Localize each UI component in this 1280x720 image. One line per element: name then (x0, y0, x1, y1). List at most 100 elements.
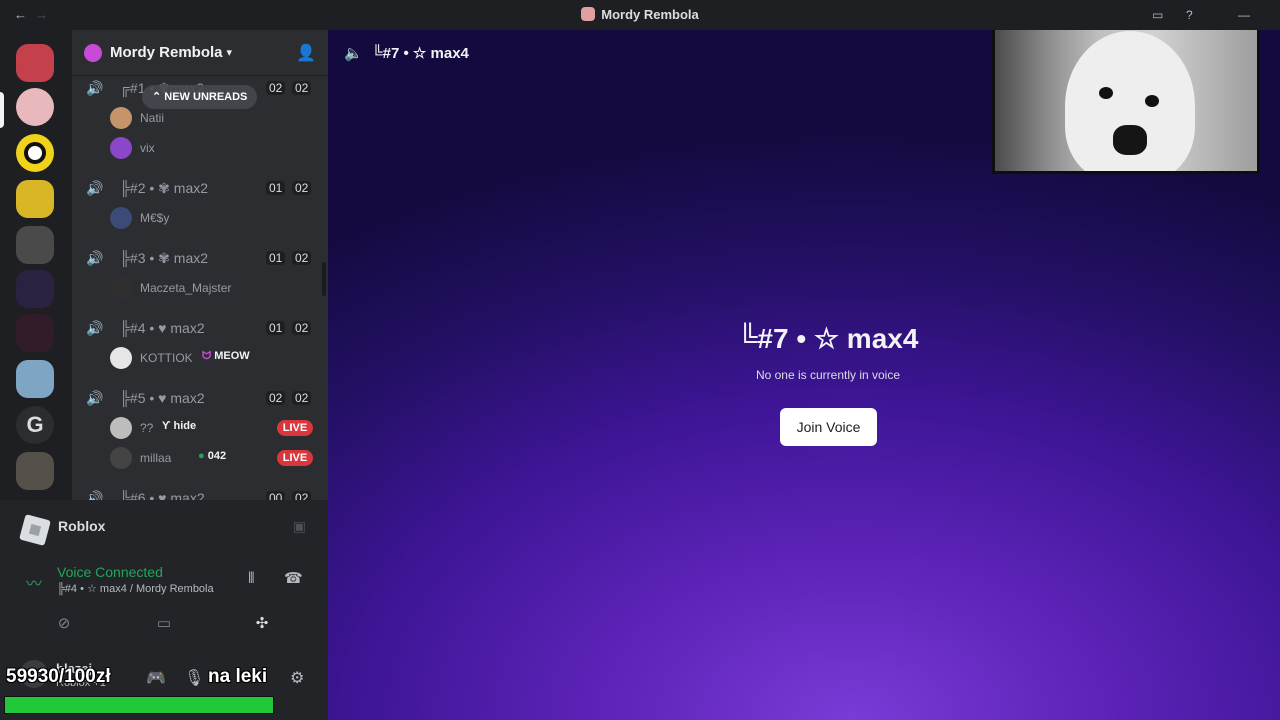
window-title: Mordy Rembola (0, 7, 1280, 22)
server-icon-5[interactable] (16, 226, 54, 264)
member-tag: ᗢ MEOW (202, 350, 250, 362)
server-icon-10[interactable] (16, 452, 54, 490)
member-name: Natii (140, 111, 165, 125)
activity-settings-icon[interactable]: ▣ (293, 518, 306, 535)
join-voice-button[interactable]: Join Voice (780, 408, 877, 446)
avatar (110, 107, 132, 129)
guild-header[interactable]: Mordy Rembola ▾ 👤 (72, 30, 328, 76)
voice-channel-view: 🔈 ╚#7 • ☆ max4 ╚#7 • ☆ max4 No one is cu… (328, 30, 1280, 720)
member-name: vix (140, 141, 155, 155)
noise-suppression-icon[interactable]: ⦀ (248, 570, 255, 587)
voice-channel-name: ╠#6 • ♥ max2 (120, 490, 205, 500)
speaker-icon: 🔊 (86, 390, 104, 406)
server-icon-8[interactable] (16, 360, 54, 398)
add-member-icon[interactable]: 👤 (296, 43, 316, 63)
speaker-icon: 🔊 (86, 180, 104, 196)
voice-channel-name: ╠#2 • ✾ max2 (120, 180, 209, 196)
gamepad-icon[interactable]: 🎮 (146, 668, 166, 688)
user-count: 00 (266, 491, 286, 500)
signal-icon: 〰 (26, 576, 43, 593)
user-count: 01 (266, 321, 286, 335)
voice-channel-name: ╠#5 • ♥ max2 (120, 390, 205, 406)
empty-voice-title: ╚#7 • ☆ max4 (737, 323, 919, 354)
speaker-icon: 🔈 (344, 45, 363, 62)
member-tag: ϒ hide (162, 420, 197, 432)
avatar (110, 207, 132, 229)
voice-connection-panel: 〰 Voice Connected ╠#4 • ☆ max4 / Mordy R… (8, 552, 320, 638)
server-icon-6[interactable] (16, 270, 54, 308)
user-limit: 02 (292, 81, 312, 95)
user-panel: Roblox ▣ 〰 Voice Connected ╠#4 • ☆ max4 … (0, 500, 328, 720)
voice-channel-path: ╠#4 • ☆ max4 / Mordy Rembola (57, 583, 214, 595)
activities-button[interactable]: ✣ (216, 610, 308, 638)
user-limit: 02 (292, 321, 312, 335)
settings-gear-icon[interactable]: ⚙ (290, 668, 304, 688)
server-avatar-icon (581, 7, 596, 21)
avatar (110, 277, 132, 299)
disconnect-icon[interactable]: ☎ (284, 569, 303, 587)
server-icon-1[interactable] (16, 44, 54, 82)
member-name: ?? (140, 421, 154, 435)
help-icon[interactable]: ? (1186, 8, 1193, 22)
speaker-icon: 🔊 (86, 250, 104, 266)
live-badge: LIVE (277, 450, 313, 466)
minimize-icon[interactable]: — (1238, 8, 1250, 22)
donation-goal-label: na leki (208, 666, 268, 687)
chevron-down-icon: ▾ (226, 47, 233, 59)
donation-progress-bar (4, 696, 274, 714)
user-limit: 02 (292, 181, 312, 195)
activity-row[interactable]: Roblox ▣ (8, 508, 320, 550)
cat-icon: ᗢ (202, 350, 212, 362)
selected-server-pill (0, 92, 4, 128)
user-count: 01 (266, 181, 286, 195)
inbox-icon[interactable]: ▭ (1152, 8, 1163, 22)
server-icon-7[interactable] (16, 314, 54, 352)
avatar (110, 447, 132, 469)
server-icon-4[interactable] (16, 180, 54, 218)
activity-name: Roblox (58, 518, 106, 534)
member-tag: ● 042 (198, 450, 227, 462)
member-name: KOTTIOK (140, 351, 193, 365)
voice-channel-4[interactable]: 🔊 ╠#4 • ♥ max2 01 02 (80, 318, 320, 340)
voice-channel-2[interactable]: 🔊 ╠#2 • ✾ max2 01 02 (80, 178, 320, 200)
empty-voice-subtitle: No one is currently in voice (755, 368, 901, 382)
camera-button[interactable]: ⊘ (18, 610, 110, 638)
user-limit: 02 (292, 251, 312, 265)
voice-channel-3[interactable]: 🔊 ╠#3 • ✾ max2 01 02 (80, 248, 320, 270)
live-badge: LIVE (277, 420, 313, 436)
channel-header-name: ╚#7 • ☆ max4 (372, 45, 469, 62)
voice-status[interactable]: Voice Connected (57, 564, 163, 580)
user-limit: 02 (292, 491, 312, 500)
voice-channel-5[interactable]: 🔊 ╠#5 • ♥ max2 02 02 (80, 388, 320, 410)
avatar (110, 417, 132, 439)
server-icon-3[interactable] (16, 134, 54, 172)
voice-channel-name: ╠#3 • ✾ max2 (120, 250, 209, 266)
channel-scrollbar[interactable] (322, 262, 326, 296)
member-name: M€$y (140, 211, 170, 225)
avatar (110, 347, 132, 369)
speaker-icon: 🔊 (86, 80, 104, 96)
member-name: millaa (140, 451, 172, 465)
webcam-overlay (992, 30, 1260, 174)
speaker-icon: 🔊 (86, 320, 104, 336)
screenshare-button[interactable]: ▭ (118, 610, 210, 638)
voice-channel-6[interactable]: 🔊 ╠#6 • ♥ max2 00 02 (80, 488, 320, 500)
title-bar: ←→ Mordy Rembola ▭ ? — (0, 0, 1280, 30)
new-unreads-button[interactable]: ⌃ NEW UNREADS (142, 85, 258, 109)
guild-boost-icon (84, 43, 102, 62)
microphone-icon[interactable]: 🎙 (184, 668, 204, 688)
donation-counter: 59930/100zł (6, 666, 111, 687)
channel-sidebar: Mordy Rembola ▾ 👤 🔊 ╔#1 • ✾max2 02 02 ⌃ … (72, 30, 328, 500)
user-count: 02 (266, 391, 286, 405)
server-list: G (0, 30, 72, 500)
user-count: 02 (266, 81, 286, 95)
server-icon-g[interactable]: G (16, 406, 54, 444)
donation-progress-fill (5, 697, 273, 713)
user-limit: 02 (292, 391, 312, 405)
user-count: 01 (266, 251, 286, 265)
server-icon-mordy[interactable] (16, 88, 54, 126)
guild-name: Mordy Rembola (110, 44, 223, 61)
voice-channel-name: ╠#4 • ♥ max2 (120, 320, 205, 336)
leaf-icon: ● (198, 450, 205, 462)
avatar (110, 137, 132, 159)
